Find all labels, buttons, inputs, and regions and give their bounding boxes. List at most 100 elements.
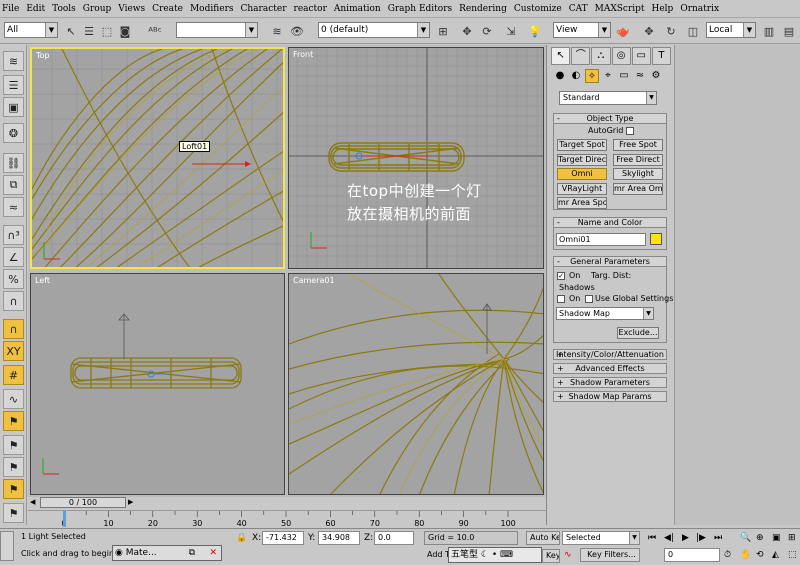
- menu-item-file[interactable]: File: [2, 4, 19, 14]
- menu-item-tools[interactable]: Tools: [52, 4, 76, 14]
- menu-item-maxscript[interactable]: MAXScript: [595, 4, 645, 14]
- menu-item-reactor[interactable]: reactor: [294, 4, 327, 14]
- reference-coord-select[interactable]: View ▼: [553, 22, 611, 38]
- x-coordinate[interactable]: -71.432: [262, 531, 304, 545]
- layer-select[interactable]: 0 (default) ▼: [318, 22, 430, 38]
- time-slider-thumb[interactable]: 0 / 100: [40, 497, 126, 508]
- camera-icon[interactable]: ⌖: [601, 69, 615, 83]
- pan-icon[interactable]: ✋: [740, 548, 751, 562]
- light-on-checkbox[interactable]: ✓: [557, 272, 565, 280]
- set-key-icon[interactable]: ∿: [564, 548, 572, 562]
- zoom-extents-all-icon[interactable]: ⊞: [788, 531, 796, 545]
- time-config-icon[interactable]: ⏱: [724, 548, 731, 562]
- shadows-on-checkbox[interactable]: [557, 295, 565, 303]
- geometry-icon[interactable]: ●: [553, 69, 567, 83]
- visibility-eye-icon[interactable]: 👁: [288, 22, 306, 40]
- arc-rotate-icon[interactable]: ⟲: [756, 548, 764, 562]
- autogrid-checkbox[interactable]: [626, 127, 634, 135]
- align-icon[interactable]: ▤: [780, 22, 798, 40]
- menu-item-help[interactable]: Help: [652, 4, 674, 14]
- rollout-intensity-color-attenuation[interactable]: + Intensity/Color/Attenuation: [553, 349, 667, 360]
- menu-item-graph-editors[interactable]: Graph Editors: [388, 4, 452, 14]
- object-type-button-free-spot[interactable]: Free Spot: [613, 139, 663, 151]
- shadow-type-select[interactable]: Shadow Map ▼: [556, 307, 654, 320]
- tab-utilities[interactable]: T: [651, 47, 672, 65]
- current-frame-input[interactable]: 0: [664, 548, 720, 562]
- rename-icon[interactable]: ᴬᴮᶜ: [146, 22, 164, 40]
- object-type-button-mr-area-spot[interactable]: mr Area Spot: [557, 197, 607, 209]
- layers-icon[interactable]: ≋: [3, 51, 24, 71]
- z-coordinate[interactable]: 0.0: [374, 531, 414, 545]
- object-type-button-omni[interactable]: Omni: [557, 168, 607, 180]
- percent-snap-icon[interactable]: %: [3, 269, 24, 289]
- rollout-object-type[interactable]: - Object Type: [553, 113, 667, 124]
- object-type-button-skylight[interactable]: Skylight: [613, 168, 663, 180]
- fov-icon[interactable]: ◭: [772, 548, 779, 562]
- key-mode-icon[interactable]: ⚑: [3, 411, 24, 431]
- maximize-viewport-icon[interactable]: ⬚: [788, 548, 797, 562]
- play-icon[interactable]: ▶: [682, 531, 689, 545]
- select-scale-icon[interactable]: ◫: [684, 22, 702, 40]
- link-icon[interactable]: ⛓: [3, 153, 24, 173]
- restore-icon[interactable]: ⧉: [189, 546, 195, 560]
- scale-icon[interactable]: ⇲: [502, 22, 520, 40]
- unlink-icon[interactable]: ⧉: [3, 175, 24, 195]
- object-type-button-free-direct[interactable]: Free Direct: [613, 153, 663, 166]
- helpers-icon[interactable]: ▭: [617, 69, 631, 83]
- maxscript-listener[interactable]: [0, 531, 14, 561]
- teapot-icon[interactable]: 🫖: [614, 22, 632, 40]
- systems-icon[interactable]: ⚙: [649, 69, 663, 83]
- panel-icon[interactable]: ▣: [3, 97, 24, 117]
- menu-item-modifiers[interactable]: Modifiers: [190, 4, 234, 14]
- light-bulb-icon[interactable]: 💡: [526, 22, 544, 40]
- close-icon[interactable]: ✕: [209, 546, 217, 560]
- arrow-right-icon[interactable]: ▶: [128, 498, 133, 506]
- set-key-button[interactable]: Key: [542, 549, 560, 563]
- rollout-general-parameters[interactable]: - General Parameters: [553, 256, 667, 267]
- tab-modify[interactable]: ⌒: [571, 47, 591, 65]
- arrow-left-icon[interactable]: ◀: [30, 498, 35, 506]
- lights-icon[interactable]: ✧: [585, 69, 599, 83]
- flag-icon[interactable]: ⚑: [3, 435, 24, 455]
- key-filters-button[interactable]: Key Filters...: [580, 548, 640, 562]
- menu-item-edit[interactable]: Edit: [26, 4, 45, 14]
- tab-create[interactable]: ↖: [551, 47, 571, 65]
- mirror-icon[interactable]: ▥: [760, 22, 778, 40]
- rollout-advanced-effects[interactable]: + Advanced Effects: [553, 363, 667, 374]
- snap-3-icon[interactable]: ∩³: [3, 225, 24, 245]
- create-layer-icon[interactable]: ⊞: [434, 22, 452, 40]
- menu-item-rendering[interactable]: Rendering: [459, 4, 507, 14]
- angle-snap-icon[interactable]: ∠: [3, 247, 24, 267]
- auto-key-button[interactable]: Auto Key: [526, 531, 560, 545]
- select-by-name-icon[interactable]: ☰: [80, 22, 98, 40]
- tab-hierarchy[interactable]: ⛬: [591, 47, 611, 65]
- pivot-select[interactable]: Local ▼: [706, 22, 756, 38]
- axis-constraint-icon[interactable]: ∩: [3, 319, 24, 339]
- exclude-button[interactable]: Exclude...: [617, 327, 659, 339]
- menu-item-character[interactable]: Character: [241, 4, 287, 14]
- select-move-icon[interactable]: ✥: [640, 22, 658, 40]
- tab-motion[interactable]: ◎: [611, 47, 631, 65]
- snap-bottom-icon[interactable]: ⚑: [3, 503, 24, 523]
- object-type-button-mr-area-omni[interactable]: mr Area Omni: [613, 182, 663, 195]
- layer-manager-icon[interactable]: ≋: [268, 22, 286, 40]
- menu-item-ornatrix[interactable]: Ornatrix: [680, 4, 719, 14]
- menu-item-cat[interactable]: CAT: [569, 4, 588, 14]
- prev-frame-icon[interactable]: ◀|: [664, 531, 674, 545]
- viewport-label[interactable]: Front: [293, 50, 313, 59]
- use-global-checkbox[interactable]: [585, 295, 593, 303]
- tab-display[interactable]: ▭: [631, 47, 651, 65]
- object-color-swatch[interactable]: [650, 233, 662, 245]
- viewport-label[interactable]: Top: [36, 51, 50, 60]
- rotate-icon[interactable]: ⟳: [478, 22, 496, 40]
- named-selection-input[interactable]: ▼: [176, 22, 258, 38]
- viewport-label[interactable]: Left: [35, 276, 50, 285]
- object-type-button-vraylight[interactable]: VRayLight: [557, 182, 607, 195]
- select-rotate-icon[interactable]: ↻: [662, 22, 680, 40]
- shapes-icon[interactable]: ◐: [569, 69, 583, 83]
- material-spheres-icon[interactable]: ❂: [3, 123, 24, 143]
- add-time-tag[interactable]: Add T: [424, 549, 448, 563]
- go-to-end-icon[interactable]: ⏭: [714, 531, 722, 545]
- spacewarps-icon[interactable]: ≈: [633, 69, 647, 83]
- xy-axis-icon[interactable]: XY: [3, 341, 24, 361]
